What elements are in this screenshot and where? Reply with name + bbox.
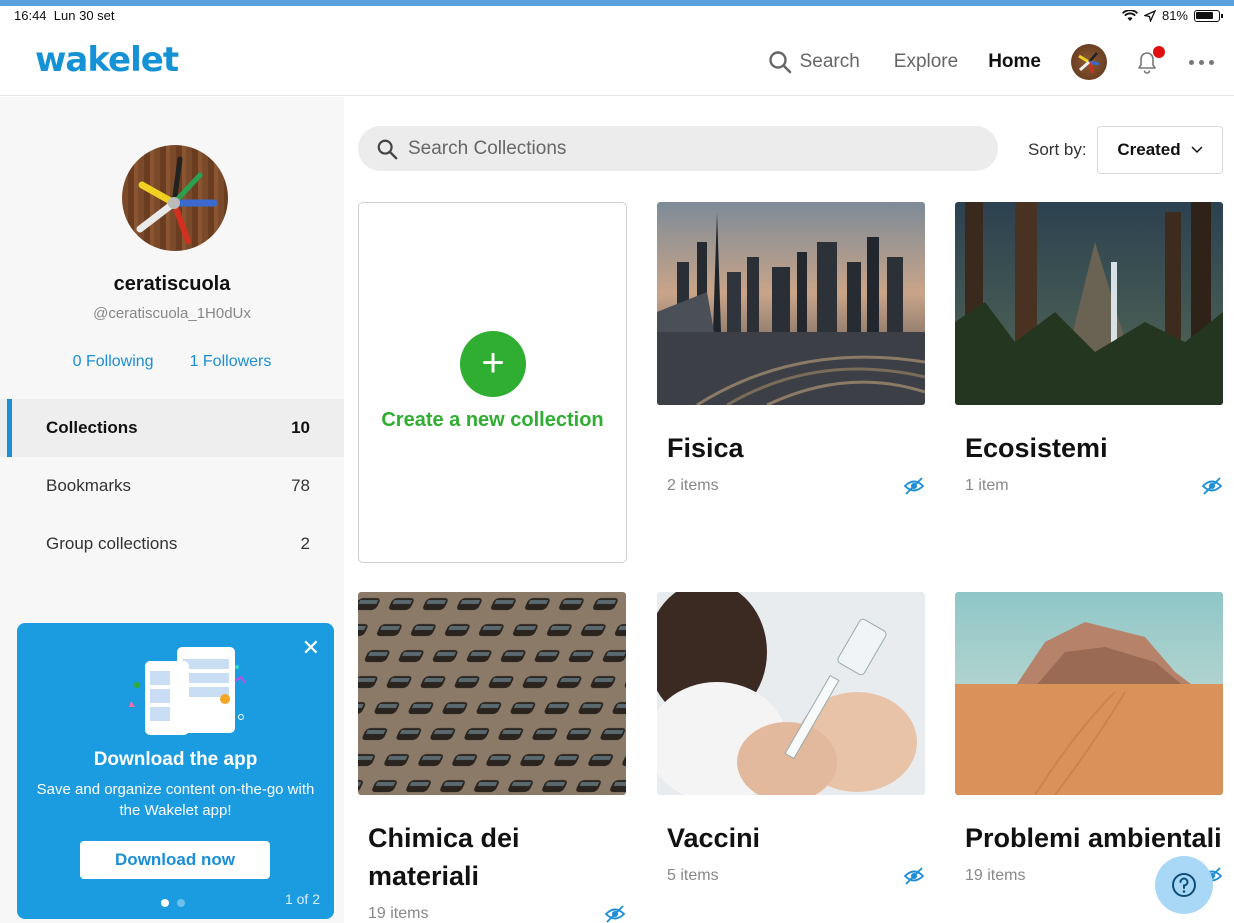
nav-search-button[interactable]: Search [768,50,860,74]
sidebar-item-group-collections[interactable]: Group collections 2 [0,515,344,573]
status-bar: 16:44 Lun 30 set 81% [0,6,1234,26]
status-time: 16:44 [14,8,47,23]
pagination-dot[interactable] [161,899,169,907]
eye-hidden-icon[interactable] [1201,477,1223,495]
collection-thumbnail[interactable] [657,592,925,795]
eye-hidden-icon[interactable] [604,905,626,923]
sidebar-item-bookmarks[interactable]: Bookmarks 78 [0,457,344,515]
collection-item-count: 1 item [965,477,1009,494]
promo-pagination-dots[interactable] [161,899,185,907]
notifications-button[interactable] [1133,46,1165,76]
profile-name: ceratiscuola [113,273,231,295]
download-now-button[interactable]: Download now [80,841,270,879]
more-dot-icon [1209,59,1214,65]
sort-dropdown[interactable]: Created [1097,126,1223,174]
desert-rock-image [955,592,1223,795]
avatar-clock-art [1078,52,1100,74]
help-button[interactable] [1155,856,1213,914]
battery-icon [1194,9,1223,22]
sidebar-item-label: Collections [46,418,138,437]
search-icon [768,51,791,74]
sidebar-item-count: 78 [291,476,310,495]
location-arrow-icon [1143,9,1156,22]
material-pattern-image [358,592,626,795]
eye-hidden-icon[interactable] [903,867,925,885]
battery-percent: 81% [1161,8,1188,23]
collection-title: Chimica dei materiali [368,823,520,891]
more-menu-button[interactable] [1189,59,1214,65]
collection-title: Fisica [667,433,744,463]
plus-icon: + [460,331,526,397]
pagination-dot[interactable] [177,899,185,907]
profile-handle: @ceratiscuola_1H0dUx [93,305,251,322]
status-date: Lun 30 set [53,8,115,23]
forest-waterfall-image [955,202,1223,405]
nav-search-label: Search [799,51,860,72]
more-dot-icon [1199,59,1204,65]
collection-card-vaccini[interactable]: Vaccini 5 items [657,592,925,885]
collections-search-input[interactable] [408,137,968,160]
city-skyline-image [657,202,925,405]
collection-card-fisica[interactable]: Fisica 2 items [657,202,925,495]
sort-label: Sort by: [1028,140,1087,159]
promo-close-icon[interactable]: ✕ [302,635,320,661]
notification-badge [1153,46,1165,58]
nav-home-link[interactable]: Home [988,51,1041,73]
eye-hidden-icon[interactable] [903,477,925,495]
collection-title: Vaccini [667,823,761,853]
more-dot-icon [1189,59,1194,65]
sort-selected-value: Created [1117,140,1181,159]
nav-explore-link[interactable]: Explore [894,51,958,73]
collection-meta: 1 item [955,477,1223,495]
collection-card-ecosistemi[interactable]: Ecosistemi 1 item [955,202,1223,495]
collection-meta: 2 items [657,477,925,495]
app-header: wakelet Search Explore Home [0,26,1234,96]
collections-search[interactable] [358,126,998,171]
collection-card-chimica-dei-materiali[interactable]: Chimica dei materiali 19 items [358,592,626,923]
sidebar-item-count: 2 [300,534,310,553]
create-collection-label: Create a new collection [381,409,604,431]
status-right: 81% [1121,8,1223,23]
collection-thumbnail[interactable] [955,202,1223,405]
following-link[interactable]: 0 Following [73,353,154,371]
promo-page-indicator: 1 of 2 [284,891,320,907]
collection-thumbnail[interactable] [955,592,1223,795]
collection-card-problemi-ambientali[interactable]: Problemi ambientali 19 items [955,592,1223,885]
top-nav: Search Explore Home [768,44,1214,80]
collection-thumbnail[interactable] [657,202,925,405]
promo-text: Save and organize content on-the-go with… [36,781,315,819]
sidebar-menu: Collections 10 Bookmarks 78 Group collec… [0,399,344,573]
wakelet-logo[interactable]: wakelet [35,40,179,80]
profile-avatar[interactable] [122,145,228,251]
collection-item-count: 5 items [667,867,719,884]
collection-item-count: 19 items [965,867,1026,884]
collection-item-count: 2 items [667,477,719,494]
profile-sidebar: ceratiscuola @ceratiscuola_1H0dUx 0 Foll… [0,97,344,923]
chevron-down-icon [1191,146,1203,154]
collection-title: Ecosistemi [965,433,1108,463]
followers-link[interactable]: 1 Followers [190,353,272,371]
user-avatar[interactable] [1071,44,1107,80]
wifi-icon [1121,9,1138,21]
profile-clock-art [136,156,218,244]
question-mark-icon [1172,873,1196,897]
devices-illustration [129,647,246,735]
vaccine-syringe-image [657,592,925,795]
sidebar-item-count: 10 [291,418,310,437]
follow-stats: 0 Following 1 Followers [0,353,344,371]
sidebar-item-collections[interactable]: Collections 10 [0,399,344,457]
download-app-promo: ✕ Download the app Save and organize con… [17,623,334,919]
collection-title: Problemi ambientali [965,823,1222,853]
sidebar-item-label: Bookmarks [46,476,132,495]
promo-title: Download the app [93,749,258,770]
search-icon [377,139,398,159]
collection-meta: 5 items [657,867,925,885]
sidebar-item-label: Group collections [46,534,178,553]
create-collection-card[interactable]: + Create a new collection [358,202,627,563]
collection-meta: 19 items [358,905,626,923]
status-time-date: 16:44 Lun 30 set [14,8,115,23]
collection-thumbnail[interactable] [358,592,626,795]
collection-item-count: 19 items [368,905,429,922]
